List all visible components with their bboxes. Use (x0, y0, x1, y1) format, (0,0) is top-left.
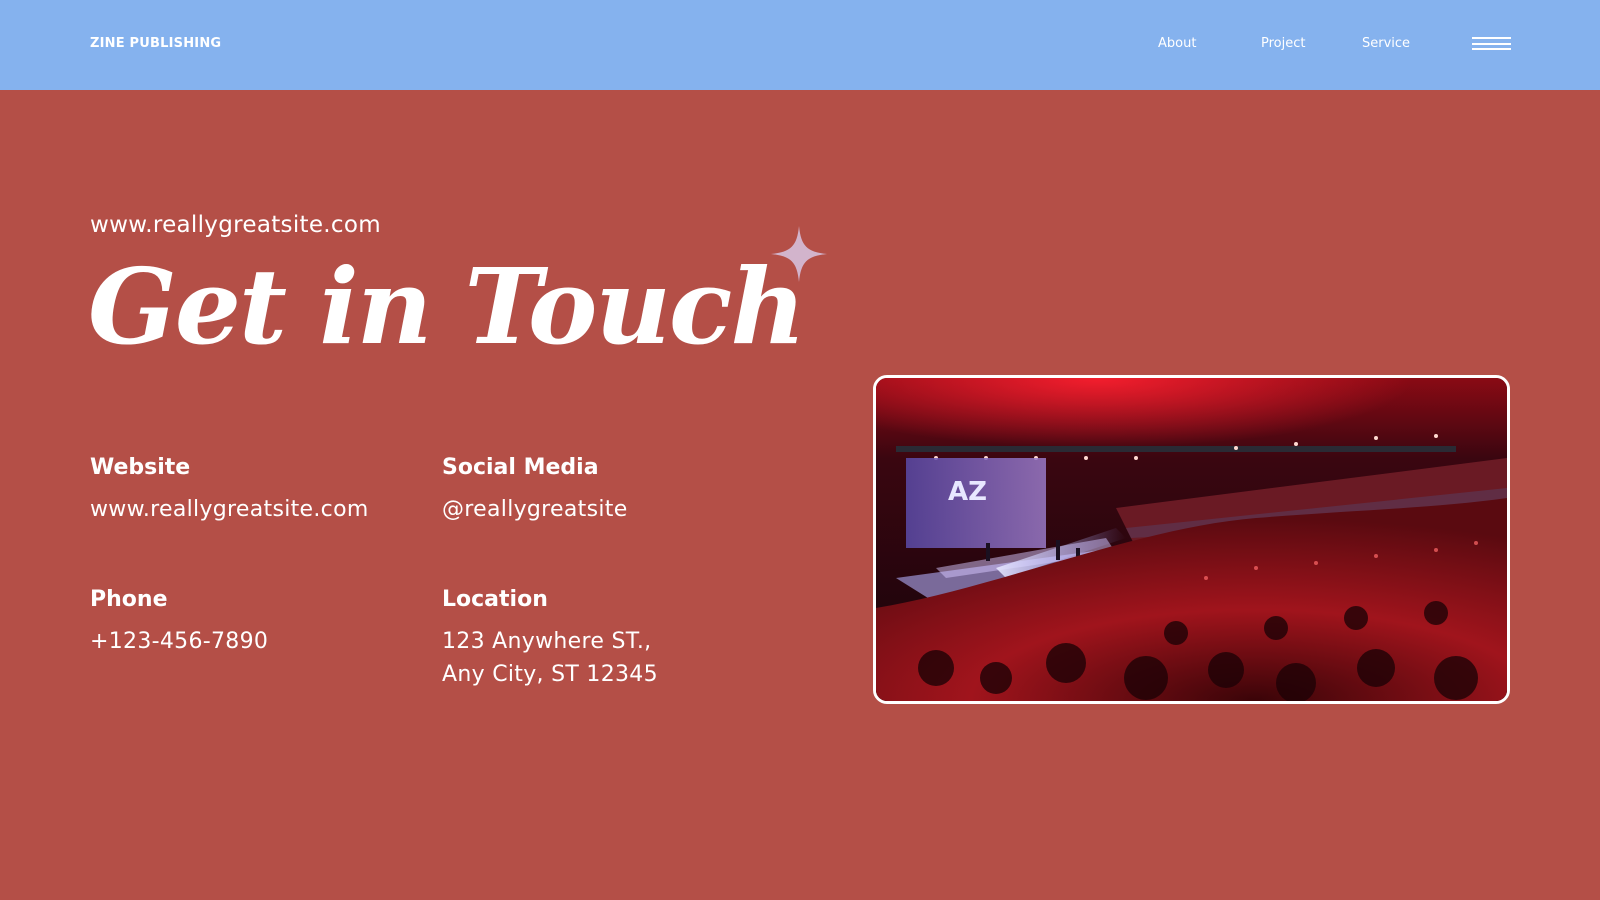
page-title: Get in Touch (88, 245, 806, 368)
hero-url: www.reallygreatsite.com (90, 212, 381, 238)
hamburger-menu-icon[interactable] (1472, 36, 1511, 50)
stage-sign-text: AZ (948, 477, 987, 507)
location-line-1: 123 Anywhere ST., (442, 629, 652, 654)
phone-label: Phone (90, 587, 168, 612)
location-label: Location (442, 587, 548, 612)
website-label: Website (90, 455, 191, 480)
social-media-label: Social Media (442, 455, 599, 480)
nav-link-project[interactable]: Project (1261, 36, 1305, 51)
social-media-value[interactable]: @reallygreatsite (442, 493, 628, 526)
four-point-star-icon (771, 226, 827, 282)
top-nav-bar: ZINE PUBLISHING About Project Service (0, 0, 1600, 90)
location-line-2: Any City, ST 12345 (442, 662, 658, 687)
concert-crowd-photo: AZ (873, 375, 1510, 704)
nav-link-service[interactable]: Service (1362, 36, 1410, 51)
brand-logo[interactable]: ZINE PUBLISHING (90, 36, 221, 51)
phone-value[interactable]: +123-456-7890 (90, 625, 268, 658)
website-value[interactable]: www.reallygreatsite.com (90, 493, 369, 526)
nav-link-about[interactable]: About (1158, 36, 1196, 51)
